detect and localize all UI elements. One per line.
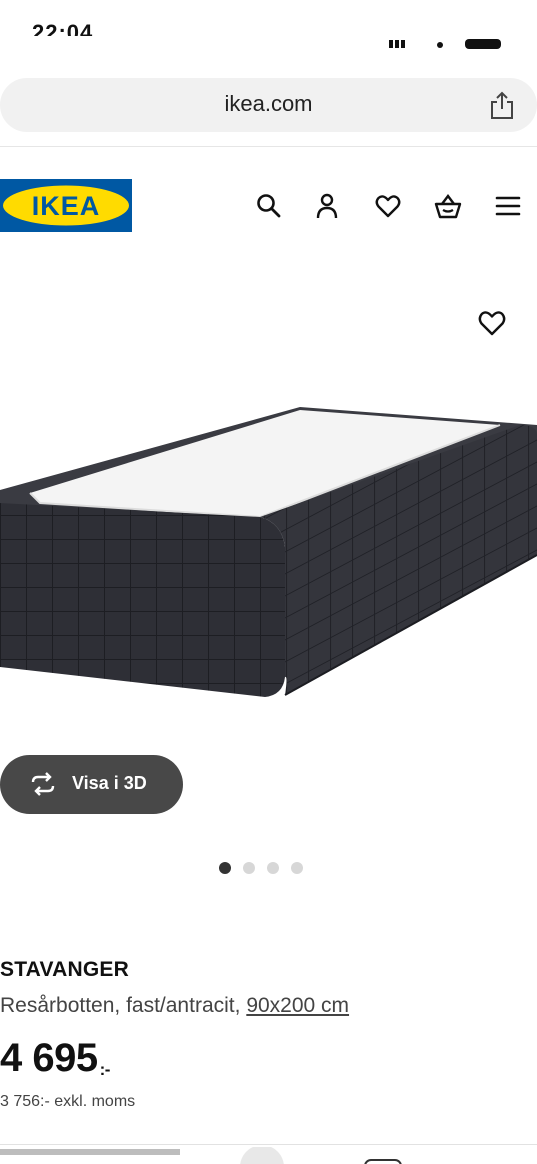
cropped-bottom-shapes bbox=[0, 1147, 402, 1164]
url-text: ikea.com bbox=[224, 91, 313, 116]
price-ex-vat: 3 756:- exkl. moms bbox=[0, 1093, 136, 1110]
status-icons bbox=[389, 30, 509, 50]
ikea-logo-mark: IKEA bbox=[0, 179, 132, 232]
price-suffix: :- bbox=[99, 1060, 111, 1079]
menu-icon[interactable] bbox=[494, 192, 522, 220]
ikea-logo[interactable]: IKEA bbox=[0, 179, 132, 232]
image-carousel-dots[interactable] bbox=[219, 862, 309, 876]
logo-text: IKEA bbox=[32, 191, 101, 221]
browser-url-bar[interactable]: ikea.com bbox=[0, 78, 537, 132]
price-value: 4 695 bbox=[0, 1036, 98, 1080]
view-3d-button[interactable]: Visa i 3D bbox=[0, 755, 183, 814]
carousel-dot-1[interactable] bbox=[219, 862, 231, 874]
product-name: STAVANGER bbox=[0, 958, 129, 981]
carousel-dot-3[interactable] bbox=[267, 862, 279, 874]
carousel-dot-4[interactable] bbox=[291, 862, 303, 874]
divider bbox=[0, 146, 537, 147]
view-3d-label: Visa i 3D bbox=[72, 773, 147, 793]
cropped-top-text bbox=[0, 0, 537, 16]
status-time: 22:04 bbox=[32, 22, 94, 36]
cropped-bottom-content bbox=[0, 1147, 537, 1164]
rotate-3d-icon bbox=[31, 772, 55, 796]
share-icon[interactable] bbox=[489, 90, 515, 120]
carousel-dot-2[interactable] bbox=[243, 862, 255, 874]
bottom-divider bbox=[0, 1144, 537, 1145]
product-price: 4 695:- bbox=[0, 1036, 110, 1081]
user-icon[interactable] bbox=[313, 192, 341, 220]
search-icon[interactable] bbox=[255, 192, 283, 220]
product-description: Resårbotten, fast/antracit, 90x200 cm bbox=[0, 994, 349, 1018]
product-description-text: Resårbotten, fast/antracit, bbox=[0, 994, 241, 1017]
heart-icon[interactable] bbox=[374, 192, 402, 220]
product-image[interactable] bbox=[0, 395, 537, 715]
basket-icon[interactable] bbox=[434, 192, 462, 220]
product-size-link[interactable]: 90x200 cm bbox=[246, 994, 349, 1017]
product-favorite-icon[interactable] bbox=[477, 308, 507, 338]
